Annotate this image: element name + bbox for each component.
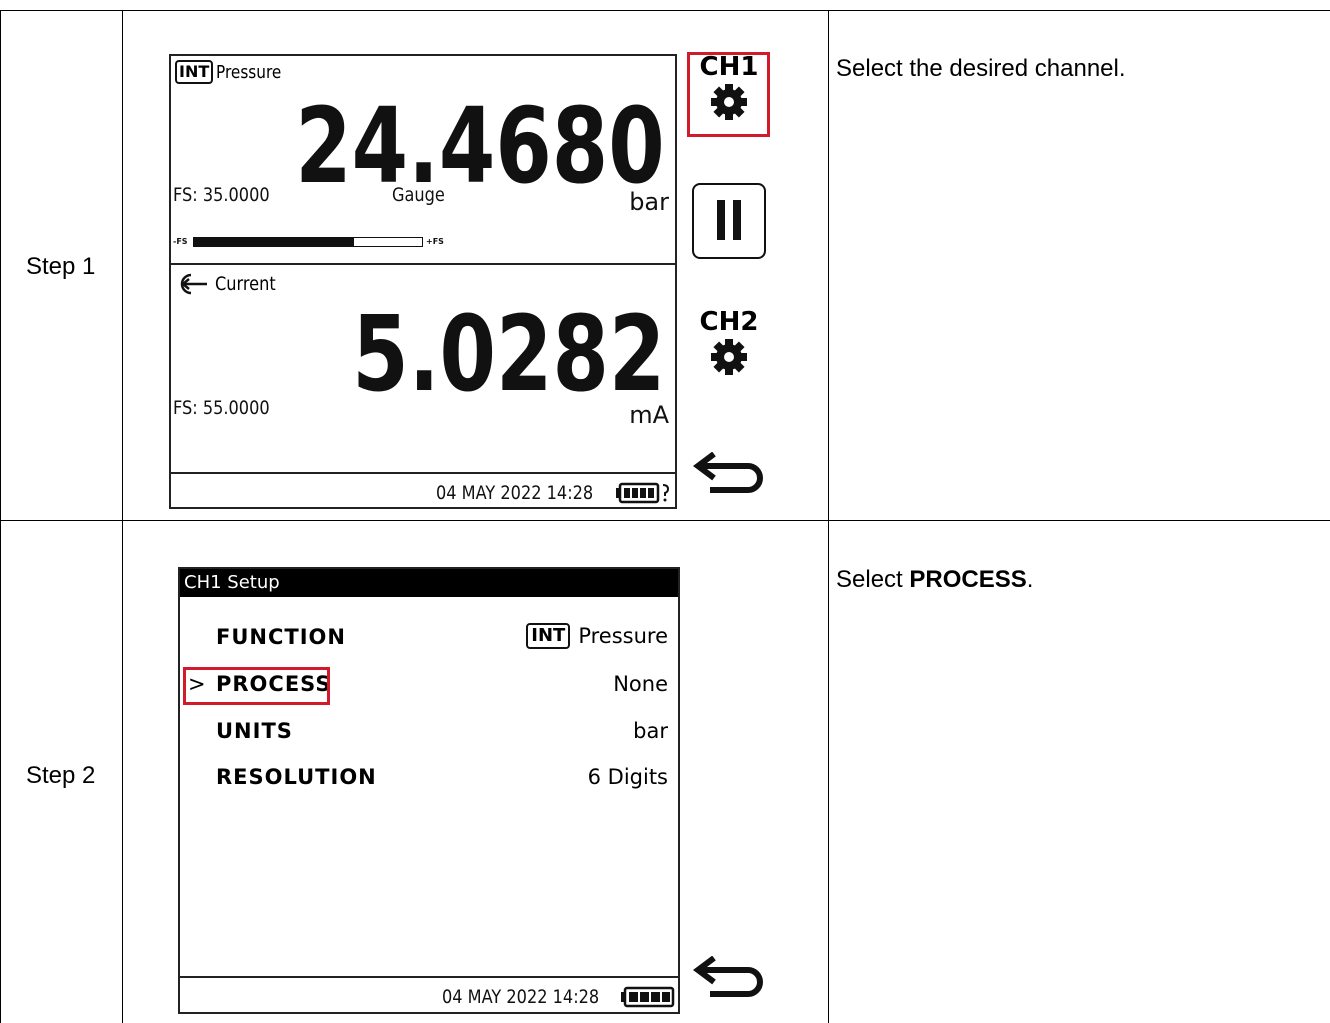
menu-value-function: INT Pressure bbox=[526, 623, 668, 649]
range-bar bbox=[193, 237, 423, 247]
process-highlight-box bbox=[183, 667, 330, 705]
ch2-reading: 5.0282 bbox=[351, 293, 665, 415]
ch1-header: INT Pressure bbox=[175, 60, 293, 84]
channel-divider bbox=[171, 263, 675, 265]
pause-button[interactable] bbox=[692, 183, 766, 259]
table-top-border bbox=[0, 10, 1330, 11]
function-value: Pressure bbox=[578, 624, 668, 648]
step-2-instruction-suffix: . bbox=[1026, 566, 1034, 593]
table-col-divider-2 bbox=[828, 10, 829, 1023]
device-screen-setup: CH1 Setup FUNCTION INT Pressure > PROCES… bbox=[178, 567, 680, 1014]
bar-min-label: -FS bbox=[173, 237, 188, 246]
gear-icon bbox=[689, 337, 769, 381]
table-row-divider bbox=[0, 520, 1330, 521]
step-2-label: Step 2 bbox=[26, 762, 96, 789]
step-1-label: Step 1 bbox=[26, 253, 96, 280]
back-button[interactable] bbox=[692, 451, 768, 498]
device-screen-main: INT Pressure 24.4680 FS: 35.0000 Gauge b… bbox=[169, 54, 677, 509]
range-bar-fill bbox=[194, 238, 354, 246]
ch2-unit: mA bbox=[629, 401, 669, 429]
current-input-icon bbox=[177, 272, 209, 296]
ch1-mode: Gauge bbox=[392, 184, 445, 206]
ch1-title: Pressure bbox=[216, 61, 282, 83]
int-badge: INT bbox=[175, 60, 214, 84]
bar-max-label: +FS bbox=[426, 237, 444, 246]
status-bar-divider bbox=[180, 976, 678, 978]
ch2-header: Current bbox=[177, 270, 286, 298]
ch1-unit: bar bbox=[629, 188, 669, 216]
ch2-title: Current bbox=[215, 273, 276, 295]
setup-title: CH1 Setup bbox=[180, 569, 678, 597]
menu-item-resolution[interactable]: RESOLUTION bbox=[216, 765, 377, 789]
table-left-border bbox=[0, 10, 1, 1023]
pause-icon bbox=[694, 198, 764, 246]
ch1-full-scale: FS: 35.0000 bbox=[173, 184, 270, 206]
battery-icon bbox=[615, 481, 671, 510]
menu-value-process: None bbox=[613, 672, 668, 696]
ch2-full-scale: FS: 55.0000 bbox=[173, 397, 270, 419]
back-button[interactable] bbox=[692, 955, 768, 1002]
battery-icon bbox=[620, 985, 676, 1014]
menu-item-function[interactable]: FUNCTION bbox=[216, 625, 346, 649]
back-arrow-icon bbox=[692, 955, 768, 1006]
menu-value-units: bar bbox=[633, 719, 668, 743]
ch2-settings-button[interactable]: CH2 bbox=[689, 308, 769, 390]
status-bar-divider bbox=[171, 472, 675, 474]
ch2-button-label: CH2 bbox=[699, 307, 759, 337]
step-1-instruction: Select the desired channel. bbox=[836, 55, 1126, 82]
ch1-reading: 24.4680 bbox=[295, 85, 665, 207]
back-arrow-icon bbox=[692, 451, 768, 502]
step-2-instruction: Select PROCESS. bbox=[836, 566, 1033, 594]
int-badge: INT bbox=[526, 623, 571, 649]
step-2-instruction-prefix: Select bbox=[836, 566, 910, 593]
menu-value-resolution: 6 Digits bbox=[587, 765, 668, 789]
status-datetime: 04 MAY 2022 14:28 bbox=[436, 482, 594, 504]
menu-item-units[interactable]: UNITS bbox=[216, 719, 293, 743]
step-2-instruction-bold: PROCESS bbox=[909, 566, 1027, 593]
ch1-highlight-box bbox=[687, 52, 770, 137]
status-datetime: 04 MAY 2022 14:28 bbox=[442, 986, 600, 1008]
table-col-divider-1 bbox=[122, 10, 123, 1023]
